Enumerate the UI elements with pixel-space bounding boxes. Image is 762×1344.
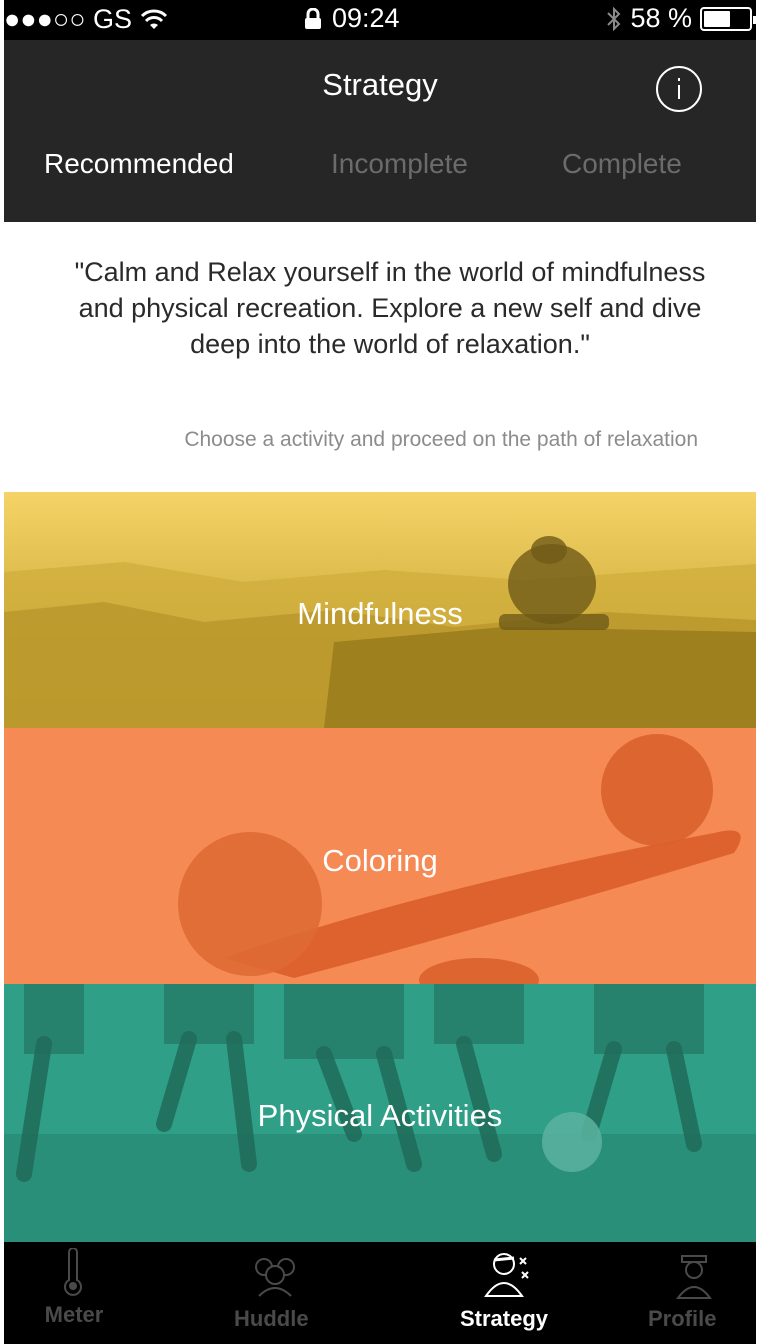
battery-nub (753, 15, 756, 24)
officer-profile-icon (676, 1255, 712, 1299)
phone-screen: ●●●○○ GS 09:24 58 % Strategy Recommended… (4, 0, 756, 1344)
bluetooth-icon (607, 6, 621, 31)
status-bar-right: 58 % (606, 3, 756, 34)
coach-strategy-icon (484, 1253, 529, 1297)
activity-label-coloring: Coloring (322, 843, 438, 878)
status-bar: ●●●○○ GS 09:24 58 % (4, 0, 756, 40)
battery-percent: 58 % (630, 3, 692, 33)
clock-time: 09:24 (332, 3, 400, 33)
tab-recommended[interactable]: Recommended (44, 148, 234, 180)
carrier-label: ●●●○○ GS (4, 4, 133, 34)
tab-bar-label-strategy: Strategy (460, 1306, 549, 1331)
activity-card-mindfulness[interactable]: Mindfulness (4, 492, 756, 728)
group-icon (255, 1258, 295, 1297)
segment-tabs: Recommended Incomplete Complete (4, 148, 756, 188)
tab-bar-item-meter[interactable]: Meter (34, 1242, 114, 1344)
intro-quote: "Calm and Relax yourself in the world of… (74, 257, 706, 359)
info-button[interactable] (656, 66, 702, 112)
status-bar-center: 09:24 (304, 3, 400, 34)
activity-label-physical-activities: Physical Activities (257, 1098, 503, 1133)
thermometer-icon (64, 1248, 82, 1296)
tab-complete[interactable]: Complete (562, 148, 682, 180)
battery-icon (700, 6, 756, 31)
tab-bar-item-huddle[interactable]: Huddle (229, 1242, 319, 1344)
battery-fill (704, 10, 730, 27)
activity-card-coloring[interactable]: Coloring (4, 728, 756, 984)
wifi-icon (141, 9, 168, 29)
navigation-header: Strategy Recommended Incomplete Complete (4, 40, 756, 222)
tab-bar-item-strategy[interactable]: Strategy (454, 1242, 564, 1344)
intro-hint: Choose a activity and proceed on the pat… (184, 428, 698, 451)
info-icon (678, 78, 680, 99)
tab-incomplete[interactable]: Incomplete (331, 148, 468, 180)
tab-bar-label-meter: Meter (44, 1302, 104, 1327)
intro-card: "Calm and Relax yourself in the world of… (4, 222, 756, 492)
bottom-tab-bar: Meter Huddle Strategy Profile (4, 1242, 756, 1344)
activity-card-physical-activities[interactable]: Physical Activities (4, 984, 756, 1242)
tab-bar-label-huddle: Huddle (234, 1306, 309, 1331)
status-bar-left: ●●●○○ GS (4, 4, 168, 35)
tab-bar-label-profile: Profile (648, 1306, 717, 1331)
lock-icon (305, 7, 321, 29)
tab-bar-item-profile[interactable]: Profile (648, 1242, 734, 1344)
page-title: Strategy (322, 67, 438, 102)
activity-label-mindfulness: Mindfulness (297, 596, 463, 631)
